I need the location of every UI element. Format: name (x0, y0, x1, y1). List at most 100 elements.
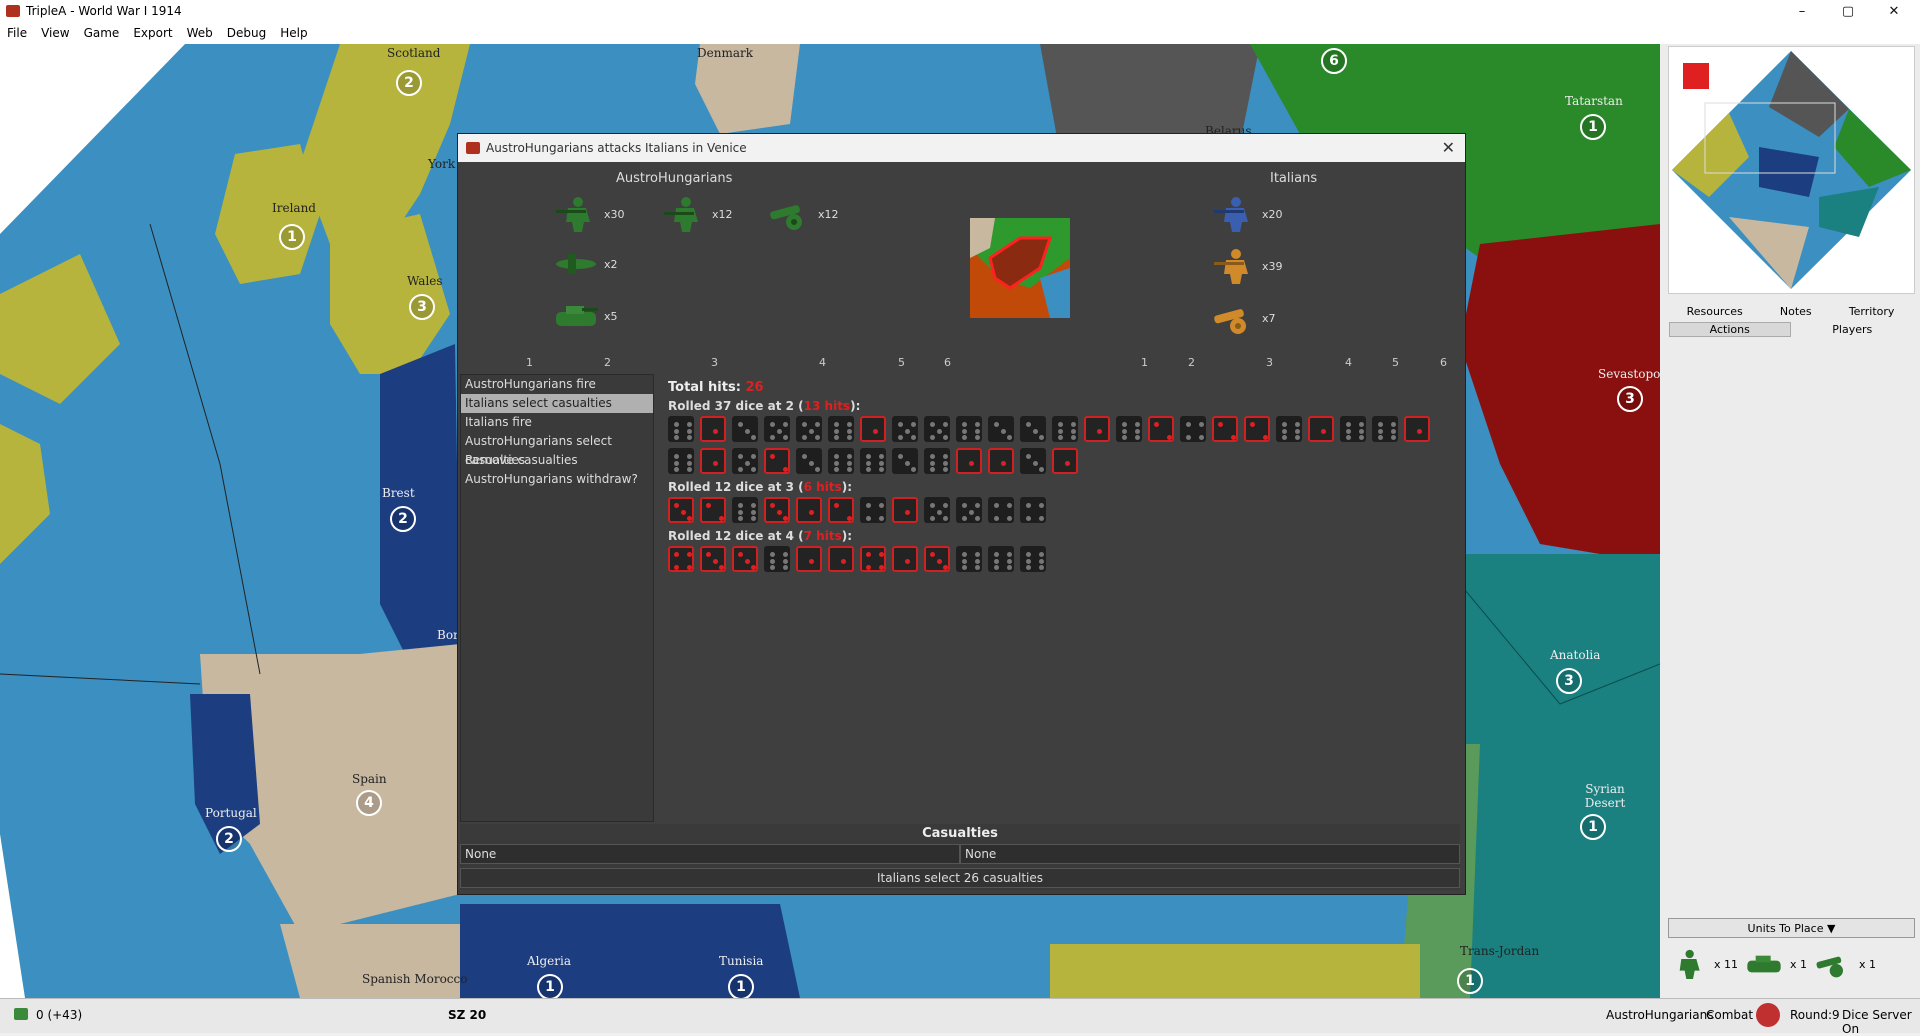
die-miss (1020, 497, 1046, 523)
die-pip (815, 422, 820, 427)
tab-actions[interactable]: Actions (1668, 321, 1791, 337)
attacker-roll-header: 3 (711, 356, 718, 369)
dice-row (668, 497, 1458, 523)
die-pip (1096, 428, 1102, 434)
units-to-place-list: x 11 x 1 x 1 (1668, 942, 1918, 986)
die-hit (700, 416, 726, 442)
die-pip (879, 503, 884, 508)
battle-step[interactable]: Remove casualties (461, 451, 653, 470)
menu-game[interactable]: Game (84, 26, 120, 40)
menu-bar: File View Game Export Web Debug Help (0, 22, 1920, 44)
die-pip (687, 467, 692, 472)
territory-label-scotland: Scotland (387, 46, 441, 60)
attacker-roll-header: 2 (604, 356, 611, 369)
die-pip (738, 454, 743, 459)
die-hit (1244, 416, 1270, 442)
die-pip (930, 460, 935, 466)
die-pip (1007, 503, 1012, 508)
die-miss (860, 448, 886, 474)
die-pip (776, 509, 782, 515)
die-pip (943, 565, 948, 570)
menu-view[interactable]: View (41, 26, 69, 40)
die-pip (1039, 467, 1044, 472)
die-miss (924, 497, 950, 523)
die-pip (1282, 435, 1287, 440)
die-hit (732, 546, 758, 572)
production-badge: 4 (356, 790, 382, 816)
die-pip (879, 552, 884, 557)
territory-label-bordeaux: Bor (437, 628, 459, 642)
battle-step-selected[interactable]: Italians select casualties (461, 394, 653, 413)
die-pip (738, 509, 743, 515)
die-pip (847, 435, 852, 440)
battle-step[interactable]: AustroHungarians select casualties (461, 432, 653, 467)
die-pip (680, 509, 686, 515)
die-pip (1026, 422, 1031, 427)
maximize-button[interactable]: ▢ (1826, 0, 1870, 22)
die-miss (860, 497, 886, 523)
menu-export[interactable]: Export (133, 26, 172, 40)
attacker-unit: x12 (766, 194, 839, 234)
die-pip (1122, 422, 1127, 427)
die-pip (994, 552, 999, 557)
units-to-place-dropdown[interactable]: Units To Place ▼ (1668, 918, 1915, 938)
die-pip (783, 422, 788, 427)
die-pip (943, 467, 948, 472)
die-pip (834, 503, 839, 508)
die-pip (834, 435, 839, 440)
die-miss (668, 416, 694, 442)
menu-debug[interactable]: Debug (227, 26, 266, 40)
die-pip (751, 454, 756, 459)
die-pip (1295, 428, 1300, 434)
die-miss (1020, 416, 1046, 442)
menu-help[interactable]: Help (280, 26, 307, 40)
die-pip (687, 435, 692, 440)
attacker-roll-header: 5 (898, 356, 905, 369)
infantry-icon[interactable] (1668, 944, 1708, 984)
die-pip (674, 503, 679, 508)
close-window-button[interactable]: ✕ (1872, 0, 1916, 22)
menu-file[interactable]: File (7, 26, 27, 40)
minimize-button[interactable]: – (1780, 0, 1824, 22)
battle-step[interactable]: AustroHungarians withdraw? (461, 470, 653, 489)
select-casualties-button[interactable]: Italians select 26 casualties (460, 868, 1460, 888)
die-pip (1058, 428, 1063, 434)
die-pip (911, 467, 916, 472)
die-hit (988, 448, 1014, 474)
menu-web[interactable]: Web (187, 26, 213, 40)
die-hit (668, 497, 694, 523)
die-pip (872, 428, 878, 434)
die-pip (1154, 422, 1159, 427)
tank-icon[interactable] (1744, 948, 1784, 980)
territory-label-spanish-morocco: Spanish Morocco (362, 972, 468, 986)
artillery-icon (1214, 309, 1246, 334)
battle-step[interactable]: Italians fire (461, 413, 653, 432)
die-pip (968, 509, 974, 515)
die-pip (904, 509, 910, 515)
die-pip (930, 467, 935, 472)
elite-infantry-icon (664, 197, 698, 232)
battle-steps-list[interactable]: AustroHungarians fire Italians select ca… (460, 374, 654, 822)
die-miss (1052, 416, 1078, 442)
minimap[interactable] (1668, 46, 1915, 294)
die-pip (1032, 460, 1038, 466)
window-title: TripleA - World War I 1914 (26, 4, 182, 18)
tab-territory[interactable]: Territory (1849, 305, 1895, 318)
die-pip (879, 516, 884, 521)
die-miss (988, 497, 1014, 523)
battle-step[interactable]: AustroHungarians fire (461, 375, 653, 394)
unit-count: x7 (1262, 311, 1276, 325)
die-pip (808, 558, 814, 564)
die-hit (1308, 416, 1334, 442)
artillery-icon[interactable] (1813, 946, 1853, 982)
die-pip (975, 435, 980, 440)
tab-notes[interactable]: Notes (1780, 305, 1812, 318)
die-hit (764, 448, 790, 474)
tab-resources[interactable]: Resources (1687, 305, 1743, 318)
die-pip (1039, 558, 1044, 564)
die-pip (1026, 516, 1031, 521)
tab-players[interactable]: Players (1792, 323, 1912, 336)
battle-dialog-titlebar: AustroHungarians attacks Italians in Ven… (458, 134, 1465, 162)
battle-dialog-close-icon[interactable]: ✕ (1442, 138, 1455, 157)
die-pip (751, 467, 756, 472)
